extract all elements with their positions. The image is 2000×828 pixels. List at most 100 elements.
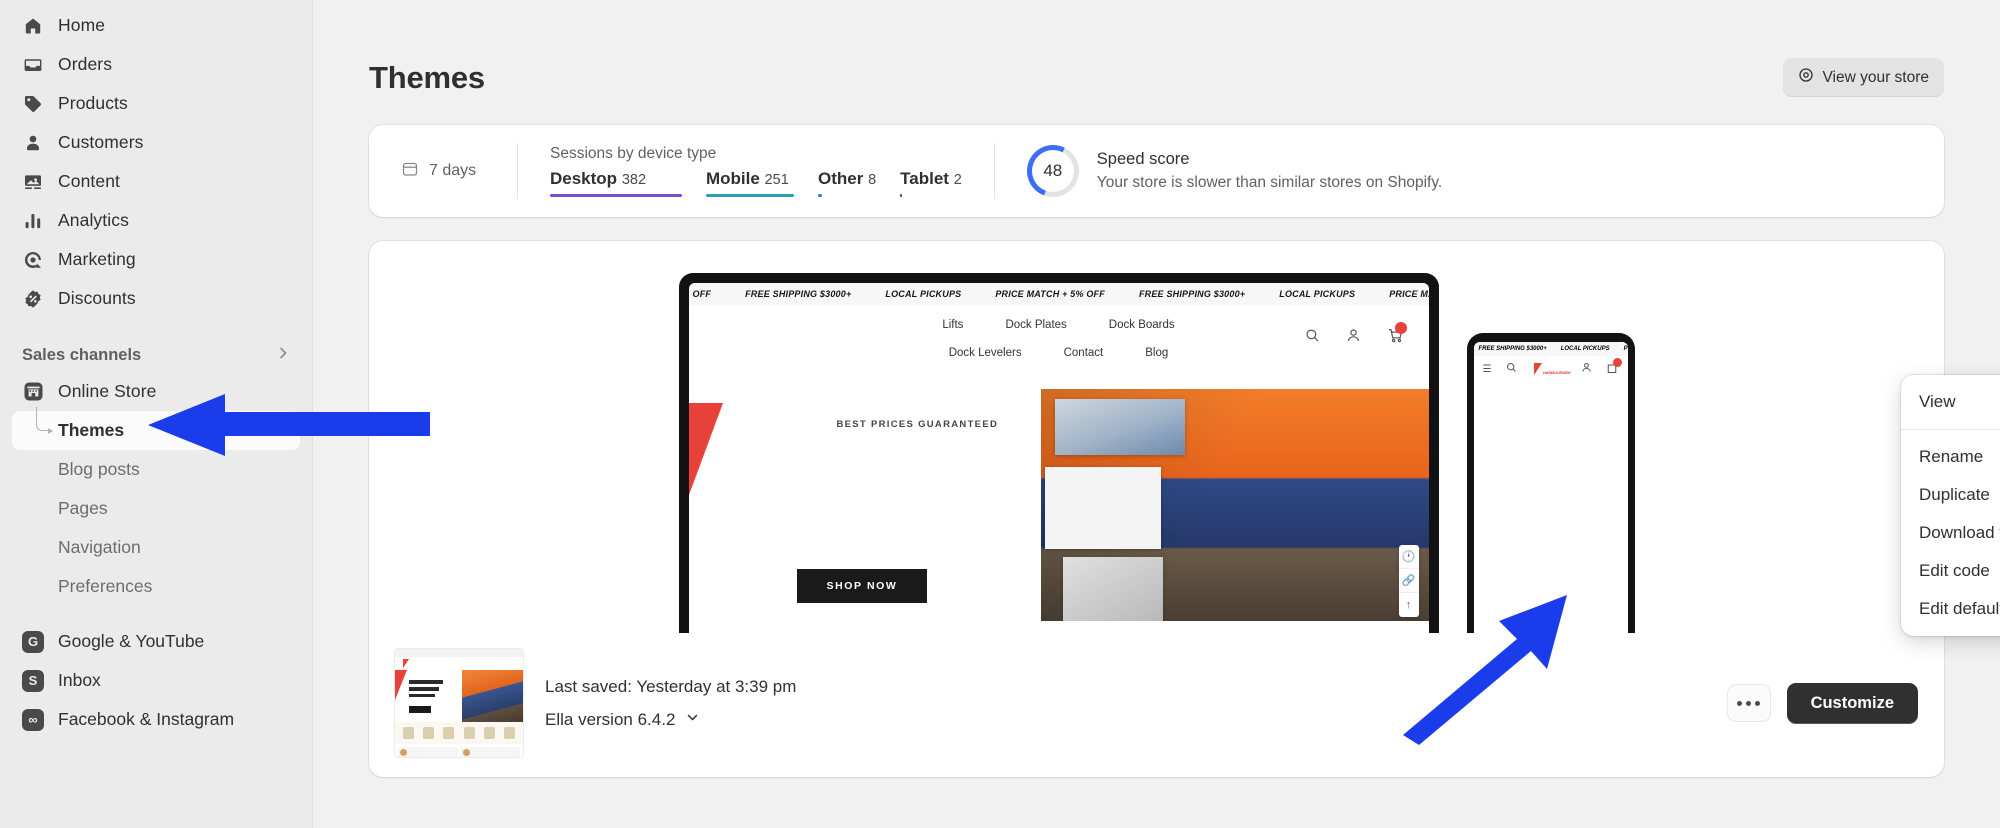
- device-bar: [818, 193, 822, 198]
- marketing-target-icon: [22, 249, 44, 271]
- sessions-by-device-block[interactable]: Sessions by device type Desktop 382 Mobi…: [518, 125, 994, 217]
- upload-icon[interactable]: ↑: [1399, 593, 1419, 617]
- device-list: Desktop 382 Mobile 251 Other 8 Tablet 2: [550, 169, 962, 198]
- sidebar-item-label: Discounts: [58, 288, 136, 308]
- sidebar-item-inbox[interactable]: S Inbox: [12, 661, 300, 700]
- last-saved-text: Last saved: Yesterday at 3:39 pm: [545, 676, 797, 696]
- context-menu-item-edit-code[interactable]: Edit code: [1901, 552, 2000, 590]
- speed-score-subtitle: Your store is slower than similar stores…: [1096, 174, 1443, 191]
- context-menu-item-download-theme-file[interactable]: Download theme file: [1901, 514, 2000, 552]
- sidebar-item-label: Inbox: [58, 670, 101, 690]
- speed-score-block[interactable]: 48 Speed score Your store is slower than…: [995, 125, 1944, 217]
- theme-version-selector[interactable]: Ella version 6.4.2: [545, 710, 796, 730]
- sidebar-item-navigation[interactable]: Navigation: [12, 528, 300, 567]
- date-range-selector[interactable]: 7 days: [369, 125, 517, 217]
- sidebar-item-home[interactable]: Home: [12, 6, 300, 45]
- theme-actions-context-menu: View Rename Duplicate Download theme fil…: [1901, 375, 2000, 636]
- mobile-preview[interactable]: FREE SHIPPING $3000+ LOCAL PICKUPS P ☰ H…: [1466, 333, 1635, 633]
- home-icon: [22, 15, 44, 37]
- desktop-preview[interactable]: OFF FREE SHIPPING $3000+ LOCAL PICKUPS P…: [678, 273, 1439, 633]
- sidebar-item-content[interactable]: Content: [12, 162, 300, 201]
- share-icon[interactable]: 🔗: [1398, 569, 1419, 593]
- sidebar-item-label: Content: [58, 171, 120, 191]
- storefront-hero: BEST PRICES GUARANTEED SHOP NOW 🕐 🔗 ↑: [688, 389, 1429, 621]
- sidebar-item-label: Online Store: [58, 381, 157, 401]
- sidebar-item-google-youtube[interactable]: G Google & YouTube: [12, 622, 300, 661]
- nav-link: Dock Boards: [1108, 319, 1175, 331]
- announcement-item: LOCAL PICKUPS: [1560, 346, 1610, 352]
- product-inset: [1062, 557, 1163, 621]
- page-title: Themes: [369, 59, 485, 95]
- more-actions-button[interactable]: [1726, 684, 1771, 722]
- storefront-header-icons: [1305, 322, 1407, 348]
- announcement-item: FREE SHIPPING $3000+: [745, 289, 852, 299]
- announcement-item: LOCAL PICKUPS: [885, 289, 962, 299]
- sidebar-item-label: Blog posts: [58, 459, 140, 479]
- customers-person-icon: [22, 132, 44, 154]
- nav-link: Dock Plates: [1005, 319, 1067, 331]
- sidebar-item-orders[interactable]: Orders: [12, 45, 300, 84]
- speed-score-value: 48: [1031, 150, 1074, 192]
- device-value: 382: [621, 171, 647, 188]
- sidebar-item-products[interactable]: Products: [12, 84, 300, 123]
- device-value: 8: [868, 171, 877, 188]
- sidebar-item-pages[interactable]: Pages: [12, 489, 300, 528]
- dot: [1737, 700, 1743, 706]
- view-your-store-button[interactable]: View your store: [1783, 58, 1944, 97]
- device-label: Tablet: [900, 168, 949, 188]
- theme-actions: Customize: [1726, 682, 1918, 724]
- preview-side-tools[interactable]: 🕐 🔗 ↑: [1398, 545, 1419, 617]
- product-inset: [1054, 399, 1185, 455]
- device-bar: [900, 193, 903, 198]
- sidebar-item-label: Themes: [58, 420, 125, 440]
- tree-branch-icon: [36, 407, 53, 434]
- meta-icon: ∞: [22, 708, 44, 731]
- nav-link: Lifts: [942, 319, 964, 331]
- dot: [1746, 700, 1752, 706]
- device-stat-other: Other 8: [818, 169, 876, 198]
- account-icon: [1346, 328, 1361, 348]
- sidebar-item-label: Products: [58, 93, 128, 113]
- search-icon: [1305, 328, 1320, 348]
- chevron-down-icon[interactable]: [685, 710, 700, 730]
- sales-channels-header[interactable]: Sales channels: [22, 340, 290, 370]
- customize-button[interactable]: Customize: [1786, 682, 1918, 724]
- device-bar: [550, 193, 682, 198]
- device-value: 251: [764, 171, 789, 188]
- theme-thumbnail[interactable]: [395, 649, 523, 757]
- calendar-icon: [401, 160, 419, 183]
- mobile-announcement-bar: FREE SHIPPING $3000+ LOCAL PICKUPS P: [1473, 342, 1628, 356]
- sidebar-item-facebook-instagram[interactable]: ∞ Facebook & Instagram: [12, 700, 300, 739]
- sidebar-item-analytics[interactable]: Analytics: [12, 201, 300, 240]
- product-inset: [1044, 467, 1161, 549]
- device-label: Mobile: [706, 168, 760, 188]
- sidebar-item-themes[interactable]: Themes: [12, 407, 300, 450]
- context-menu-item-edit-default-theme-content[interactable]: Edit default theme content: [1901, 590, 2000, 628]
- storefront-icon: [22, 381, 44, 403]
- chevron-right-icon[interactable]: [276, 345, 290, 365]
- device-label: Desktop: [550, 168, 618, 188]
- sidebar-item-label: Pages: [58, 498, 108, 518]
- context-menu-item-duplicate[interactable]: Duplicate: [1901, 476, 2000, 514]
- announcement-item: PRICE MATCH + 5% OFF: [995, 289, 1105, 299]
- history-icon[interactable]: 🕐: [1398, 545, 1419, 569]
- sidebar-item-blog-posts[interactable]: Blog posts: [12, 450, 300, 489]
- sidebar-item-label: Orders: [58, 54, 113, 74]
- menu-separator: [1901, 429, 2000, 430]
- nav-link: Contact: [1063, 347, 1104, 359]
- sidebar-item-marketing[interactable]: Marketing: [12, 240, 300, 279]
- mobile-body: [1473, 382, 1628, 633]
- main-content: Themes View your store 7 days Sessions b…: [313, 0, 2000, 828]
- dot: [1755, 700, 1761, 706]
- theme-version-label: Ella version 6.4.2: [545, 709, 676, 729]
- sidebar-item-label: Home: [58, 15, 106, 35]
- sidebar-item-preferences[interactable]: Preferences: [12, 567, 300, 606]
- sidebar-item-online-store[interactable]: Online Store: [12, 372, 300, 411]
- analytics-bars-icon: [22, 210, 44, 232]
- google-youtube-icon: G: [22, 630, 44, 653]
- sidebar-item-customers[interactable]: Customers: [12, 123, 300, 162]
- sidebar-item-label: Google & YouTube: [58, 631, 205, 651]
- context-menu-item-rename[interactable]: Rename: [1901, 438, 2000, 476]
- sidebar-item-discounts[interactable]: Discounts: [12, 279, 300, 318]
- context-menu-item-view[interactable]: View: [1901, 383, 2000, 421]
